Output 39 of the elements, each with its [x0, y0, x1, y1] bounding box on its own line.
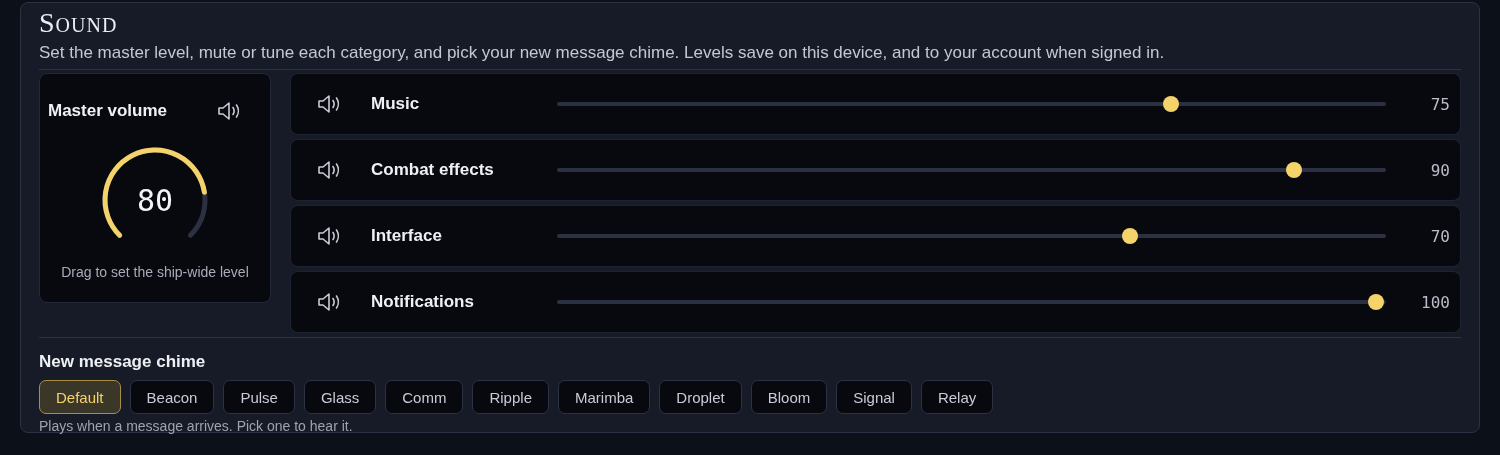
chime-option[interactable]: Bloom [750, 380, 828, 414]
slider-thumb[interactable] [1286, 162, 1303, 178]
master-volume-hint: Drag to set the ship-wide level [61, 264, 249, 280]
speaker-icon [317, 93, 342, 115]
chime-option[interactable]: Pulse [223, 380, 295, 414]
slider-thumb[interactable] [1368, 294, 1384, 310]
volume-slider[interactable] [557, 162, 1386, 178]
channel-label: Combat effects [371, 160, 495, 180]
chime-option[interactable]: Signal [836, 380, 912, 414]
volume-slider[interactable] [557, 96, 1386, 112]
chime-option[interactable]: Droplet [659, 380, 742, 414]
speaker-icon [317, 291, 342, 313]
chime-option[interactable]: Default [39, 380, 121, 414]
panel-title: Sound [39, 7, 119, 39]
speaker-icon [217, 100, 242, 122]
channel-reading: 90 [1430, 160, 1451, 180]
channel-label: Music [371, 94, 421, 114]
volume-slider[interactable] [557, 294, 1386, 310]
chime-option[interactable]: Marimba [558, 380, 651, 414]
chime-option[interactable]: Glass [303, 380, 377, 414]
speaker-icon [317, 159, 342, 181]
master-volume-label: Master volume [48, 101, 168, 121]
chime-option[interactable]: Beacon [129, 380, 215, 414]
chime-hint: Plays when a message arrives. Pick one to hear it. [39, 418, 354, 434]
channel-label: Interface [371, 226, 443, 246]
slider-thumb[interactable] [1122, 228, 1139, 244]
speaker-icon [317, 225, 342, 247]
channel-reading: 100 [1421, 292, 1451, 312]
slider-thumb[interactable] [1163, 96, 1180, 112]
chime-option[interactable]: Comm [385, 380, 464, 414]
volume-slider[interactable] [557, 228, 1386, 244]
panel-description: Set the master level, mute or tune each category, and pick your new message chime. Levels save on this device, and to your account when signed in. [39, 42, 1461, 70]
master-volume-value: 80 [136, 182, 174, 218]
chime-label: New message chime [39, 352, 207, 372]
chime-option[interactable]: Relay [920, 380, 994, 414]
channel-label: Notifications [371, 292, 475, 312]
chime-option[interactable]: Ripple [472, 380, 549, 414]
channel-reading: 75 [1430, 94, 1451, 114]
channel-reading: 70 [1430, 226, 1451, 246]
